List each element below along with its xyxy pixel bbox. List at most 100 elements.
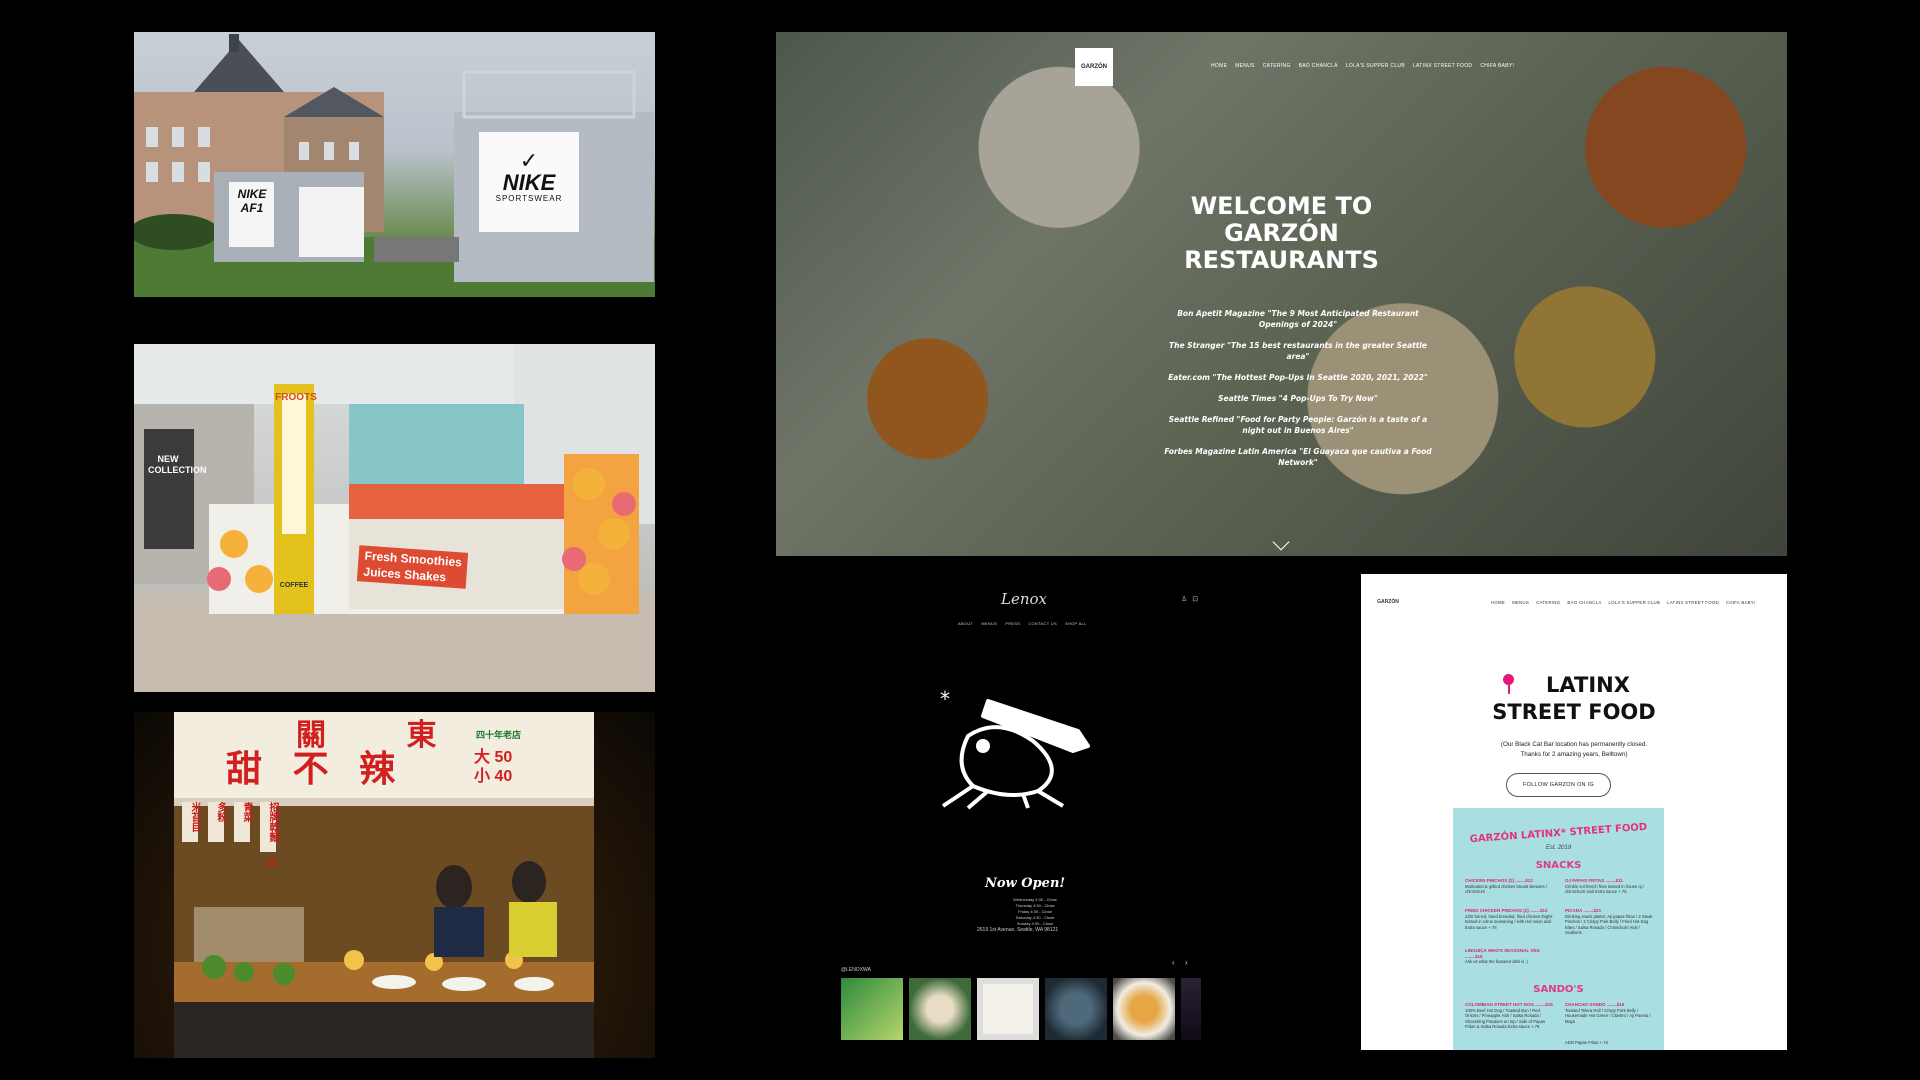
menu-item-desc: Ask us what the featured dish is :) bbox=[1465, 959, 1528, 964]
notice-line: (Our Black Cat Bar location has permanen… bbox=[1500, 741, 1648, 748]
stall-sign-row-2: 甜 不 辣 bbox=[226, 750, 395, 790]
hero-title-line: GARZÓN bbox=[1224, 219, 1339, 247]
nav-bao-chancla[interactable]: BAO CHANCLA bbox=[1567, 600, 1601, 605]
menu-item-desc: Marinated & grilled chicken breast skewe… bbox=[1465, 883, 1547, 895]
menu-section-sandos: SANDO'S bbox=[1533, 984, 1584, 995]
froots-coffee-label: COFFEE bbox=[279, 582, 309, 589]
hero-title-line: RESTAURANTS bbox=[1184, 246, 1379, 274]
instagram-thumbnail[interactable] bbox=[1045, 978, 1107, 1040]
instagram-thumbnail[interactable] bbox=[1181, 978, 1201, 1040]
froots-counter-text: Fresh Smoothies Juices Shakes bbox=[356, 545, 469, 589]
lenox-nav: ABOUT MENUS PRESS CONTACT US SHOP ALL bbox=[958, 621, 1087, 626]
menu-section-snacks: SNACKS bbox=[1535, 860, 1582, 871]
garzon-logo[interactable]: GARZÓN bbox=[1075, 48, 1113, 86]
nav-home[interactable]: HOME bbox=[1211, 63, 1227, 69]
nike-main-sign-sub: SPORTSWEAR bbox=[495, 194, 563, 203]
stall-price-small: 40 bbox=[494, 768, 513, 785]
nike-main-sign: ✓ NIKE SPORTSWEAR bbox=[479, 148, 579, 204]
press-quote: The Stranger "The 15 best restaurants in… bbox=[1169, 341, 1427, 361]
photo-street-food-stall: 關 東 四十年老店 甜 不 辣 大 50 小 40 米苔目 多粉 青菜 招牌乾麵… bbox=[134, 712, 655, 1058]
instagram-feed bbox=[841, 978, 1201, 1040]
latinx-title-line: LATINX bbox=[1546, 673, 1630, 697]
nav-lolas-supper-club[interactable]: LOLA'S SUPPER CLUB bbox=[1346, 63, 1405, 69]
lenox-nav-shop-all[interactable]: SHOP ALL bbox=[1065, 621, 1087, 626]
menu-item: CHANCHO SANDO ........$16 Toasted Telera… bbox=[1565, 1002, 1653, 1024]
garzon-logo-text: GARZÓN bbox=[1081, 64, 1107, 70]
lenox-address: 2619 1st Avenue, Seattle, WA 98121 bbox=[977, 927, 1059, 933]
hero-title: WELCOME TO GARZÓN RESTAURANTS bbox=[776, 193, 1787, 274]
lenox-nav-about[interactable]: ABOUT bbox=[958, 621, 973, 626]
stall-char-5: 辣 bbox=[359, 749, 396, 790]
lenox-nav-contact[interactable]: CONTACT US bbox=[1028, 621, 1057, 626]
hero-title-line: WELCOME TO bbox=[1190, 192, 1373, 220]
carousel-prev-icon[interactable]: ‹ bbox=[1172, 958, 1175, 967]
nav-latinx-street-food[interactable]: LATINX STREET FOOD bbox=[1667, 600, 1719, 605]
photo-nike-container-store: NIKE AF1 ✓ NIKE SPORTSWEAR bbox=[134, 32, 655, 297]
nike-swoosh-icon: ✓ bbox=[519, 148, 539, 173]
nav-latinx-street-food[interactable]: LATINX STREET FOOD bbox=[1413, 63, 1472, 69]
stall-price-big: 50 bbox=[494, 749, 513, 766]
stall-side-item: 招牌乾麵 bbox=[267, 802, 278, 842]
stall-size-big: 大 bbox=[474, 749, 491, 766]
nav-bao-chancla[interactable]: BAO CHANCLA bbox=[1299, 63, 1338, 69]
menu-item: PICADA ........$23 Drinking snack platte… bbox=[1565, 908, 1653, 936]
lenox-nav-menus[interactable]: MENUS bbox=[981, 621, 997, 626]
svg-text:*: * bbox=[940, 687, 950, 711]
stall-prices: 大 50 小 40 bbox=[474, 748, 512, 786]
instagram-handle[interactable]: @LENOXWA bbox=[841, 967, 871, 973]
stall-side-item: 多粉 bbox=[215, 802, 226, 822]
instagram-thumbnail[interactable] bbox=[977, 978, 1039, 1040]
lenox-nav-press[interactable]: PRESS bbox=[1005, 621, 1020, 626]
menu-item-name: LINGUIÇA WHO'S SEASONAL VEG ........$15 bbox=[1465, 948, 1540, 959]
press-quote: Seattle Times "4 Pop-Ups To Try Now" bbox=[1218, 394, 1378, 403]
stall-char-1: 關 bbox=[296, 718, 326, 753]
menu-est: Est. 2019 bbox=[1545, 845, 1572, 851]
nike-left-sign: NIKE AF1 bbox=[232, 187, 272, 215]
nav-chifa-baby[interactable]: CHIFA BABY! bbox=[1480, 63, 1514, 69]
latinx-nav: HOME MENUS CATERING BAO CHANCLA LOLA'S S… bbox=[1491, 600, 1756, 605]
stall-char-3: 甜 bbox=[226, 749, 263, 790]
nav-home[interactable]: HOME bbox=[1491, 600, 1505, 605]
lenox-header-icons: ♙ ⊡ bbox=[1181, 595, 1198, 603]
press-quote: Eater.com "The Hottest Pop-Ups In Seattl… bbox=[1168, 373, 1428, 382]
press-quote: Forbes Magazine Latin America "El Guayac… bbox=[1164, 447, 1432, 467]
nav-lolas-supper-club[interactable]: LOLA'S SUPPER CLUB bbox=[1609, 600, 1661, 605]
instagram-thumbnail[interactable] bbox=[909, 978, 971, 1040]
press-quotes: Bon Apetit Magazine "The 9 Most Anticipa… bbox=[1158, 308, 1438, 478]
menu-title: GARZÓN LATINX* STREET FOOD bbox=[1469, 821, 1648, 846]
stall-side-items: 米苔目 多粉 青菜 招牌乾麵 bbox=[180, 802, 280, 842]
instagram-thumbnail[interactable] bbox=[1113, 978, 1175, 1040]
menu-item: OJ PAPAS FRITAS ........$11 Crinkle cut … bbox=[1565, 878, 1653, 895]
menu-item-desc: Drinking snack platter: Aji papas fritas… bbox=[1565, 913, 1653, 936]
stall-size-small: 小 bbox=[474, 768, 491, 785]
stall-char-2: 東 bbox=[406, 718, 437, 753]
nav-menus[interactable]: MENUS bbox=[1512, 600, 1529, 605]
menu-item: FRIED CHICKEN PINCHOS (2) ........$12 24… bbox=[1465, 908, 1553, 930]
menu-item: CHICKEN PINCHOS (2) ........$12 Marinate… bbox=[1465, 878, 1553, 895]
stall-side-price: 30 bbox=[266, 858, 278, 869]
froots-brand-sign: FROOTS bbox=[275, 392, 317, 403]
menu-item: LINGUIÇA WHO'S SEASONAL VEG ........$15 … bbox=[1465, 948, 1553, 965]
nav-menus[interactable]: MENUS bbox=[1235, 63, 1255, 69]
nav-catering[interactable]: CATERING bbox=[1536, 600, 1560, 605]
instagram-thumbnail[interactable] bbox=[841, 978, 903, 1040]
lenox-logo[interactable]: Lenox bbox=[1001, 590, 1047, 608]
latinx-menu-image: GARZÓN LATINX* STREET FOOD Est. 2019 SNA… bbox=[1453, 808, 1664, 1050]
latinx-title: LATINX STREET FOOD bbox=[1361, 672, 1787, 726]
latinx-garzon-logo[interactable]: GARZÓN bbox=[1373, 590, 1403, 614]
garzon-nav: HOME MENUS CATERING BAO CHANCLA LOLA'S S… bbox=[1211, 63, 1514, 69]
carousel-next-icon[interactable]: › bbox=[1185, 958, 1188, 967]
carousel-arrows: ‹ › bbox=[1172, 958, 1188, 967]
menu-item: COLOMBIAN STREET HOT DOG ........$15 100… bbox=[1465, 1002, 1553, 1030]
now-open-heading: Now Open! bbox=[985, 876, 1066, 891]
press-quote: Seattle Refined "Food for Party People: … bbox=[1168, 415, 1428, 435]
froots-scene bbox=[134, 344, 655, 692]
user-icon[interactable]: ♙ bbox=[1181, 596, 1187, 603]
cart-icon[interactable]: ⊡ bbox=[1192, 596, 1198, 603]
follow-instagram-button[interactable]: FOLLOW GARZON ON IG bbox=[1506, 773, 1611, 797]
closure-notice: (Our Black Cat Bar location has permanen… bbox=[1361, 740, 1787, 760]
stall-side-item: 米苔目 bbox=[189, 802, 200, 832]
stall-shop-tag: 四十年老店 bbox=[476, 730, 522, 740]
nav-catering[interactable]: CATERING bbox=[1263, 63, 1291, 69]
nav-chifa-baby[interactable]: CHIFA BABY! bbox=[1726, 600, 1756, 605]
